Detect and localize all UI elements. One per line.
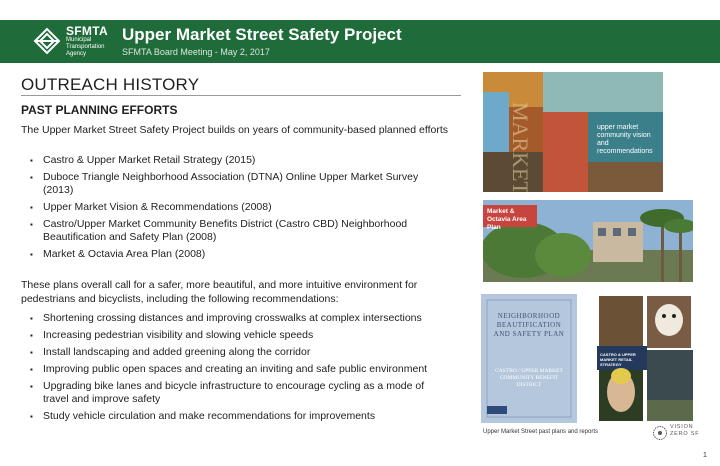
page-subtitle: SFMTA Board Meeting - May 2, 2017 xyxy=(122,47,270,57)
retail-strategy-collage: CASTRO & UPPER MARKET RETAIL STRATEGY xyxy=(597,294,693,423)
book-title: Neighborhood Beautification and Safety P… xyxy=(493,312,565,338)
logo-agency-name: Municipal Transportation Agency xyxy=(66,37,105,57)
book-subtitle: Castro / Upper Market Community Benefit … xyxy=(495,368,563,388)
beautification-plan-cover: Neighborhood Beautification and Safety P… xyxy=(481,294,577,423)
list-item: Study vehicle circulation and make recom… xyxy=(22,410,442,423)
list-item: Castro/Upper Market Community Benefits D… xyxy=(22,218,442,244)
recommendations-list: Shortening crossing distances and improv… xyxy=(22,312,442,427)
vision-report-title: upper market community vision and recomm… xyxy=(597,124,653,155)
heading-divider xyxy=(21,95,461,96)
upper-market-vision-image: MARKET upper market community vision and… xyxy=(483,72,663,192)
list-item: Shortening crossing distances and improv… xyxy=(22,312,442,325)
section-heading: OUTREACH HISTORY xyxy=(21,75,200,94)
page-title: Upper Market Street Safety Project xyxy=(122,25,402,44)
retail-strategy-label: CASTRO & UPPER MARKET RETAIL STRATEGY xyxy=(600,352,636,367)
sfmta-worm-icon xyxy=(33,27,61,55)
logo-wordmark: SFMTA xyxy=(66,24,108,38)
list-item: Duboce Triangle Neighborhood Association… xyxy=(22,171,442,197)
page-number: 1 xyxy=(703,452,707,459)
images-caption: Upper Market Street past plans and repor… xyxy=(483,429,599,435)
vision-zero-text: VISION ZERO SF xyxy=(670,424,700,437)
efforts-list: Castro & Upper Market Retail Strategy (2… xyxy=(22,154,442,265)
list-item: Market & Octavia Area Plan (2008) xyxy=(22,248,442,261)
sfmta-logo: SFMTA Municipal Transportation Agency xyxy=(32,24,112,60)
svg-text:MARKET: MARKET xyxy=(508,102,533,192)
list-item: Upper Market Vision & Recommendations (2… xyxy=(22,201,442,214)
header-bar: SFMTA Municipal Transportation Agency Up… xyxy=(0,20,720,63)
list-item: Increasing pedestrian visibility and slo… xyxy=(22,329,442,342)
subsection-heading: PAST PLANNING EFFORTS xyxy=(21,103,178,117)
summary-paragraph: These plans overall call for a safer, mo… xyxy=(21,279,418,305)
list-item: Improving public open spaces and creatin… xyxy=(22,363,442,376)
vision-zero-logo: VISION ZERO SF xyxy=(652,421,702,445)
market-octavia-label: Market & Octavia Area Plan xyxy=(487,208,527,231)
list-item: Upgrading bike lanes and bicycle infrast… xyxy=(22,380,442,406)
intro-paragraph: The Upper Market Street Safety Project b… xyxy=(21,124,449,136)
list-item: Castro & Upper Market Retail Strategy (2… xyxy=(22,154,442,167)
market-octavia-image: Market & Octavia Area Plan xyxy=(483,200,693,282)
vision-zero-emblem-icon xyxy=(653,426,667,440)
list-item: Install landscaping and added greening a… xyxy=(22,346,442,359)
